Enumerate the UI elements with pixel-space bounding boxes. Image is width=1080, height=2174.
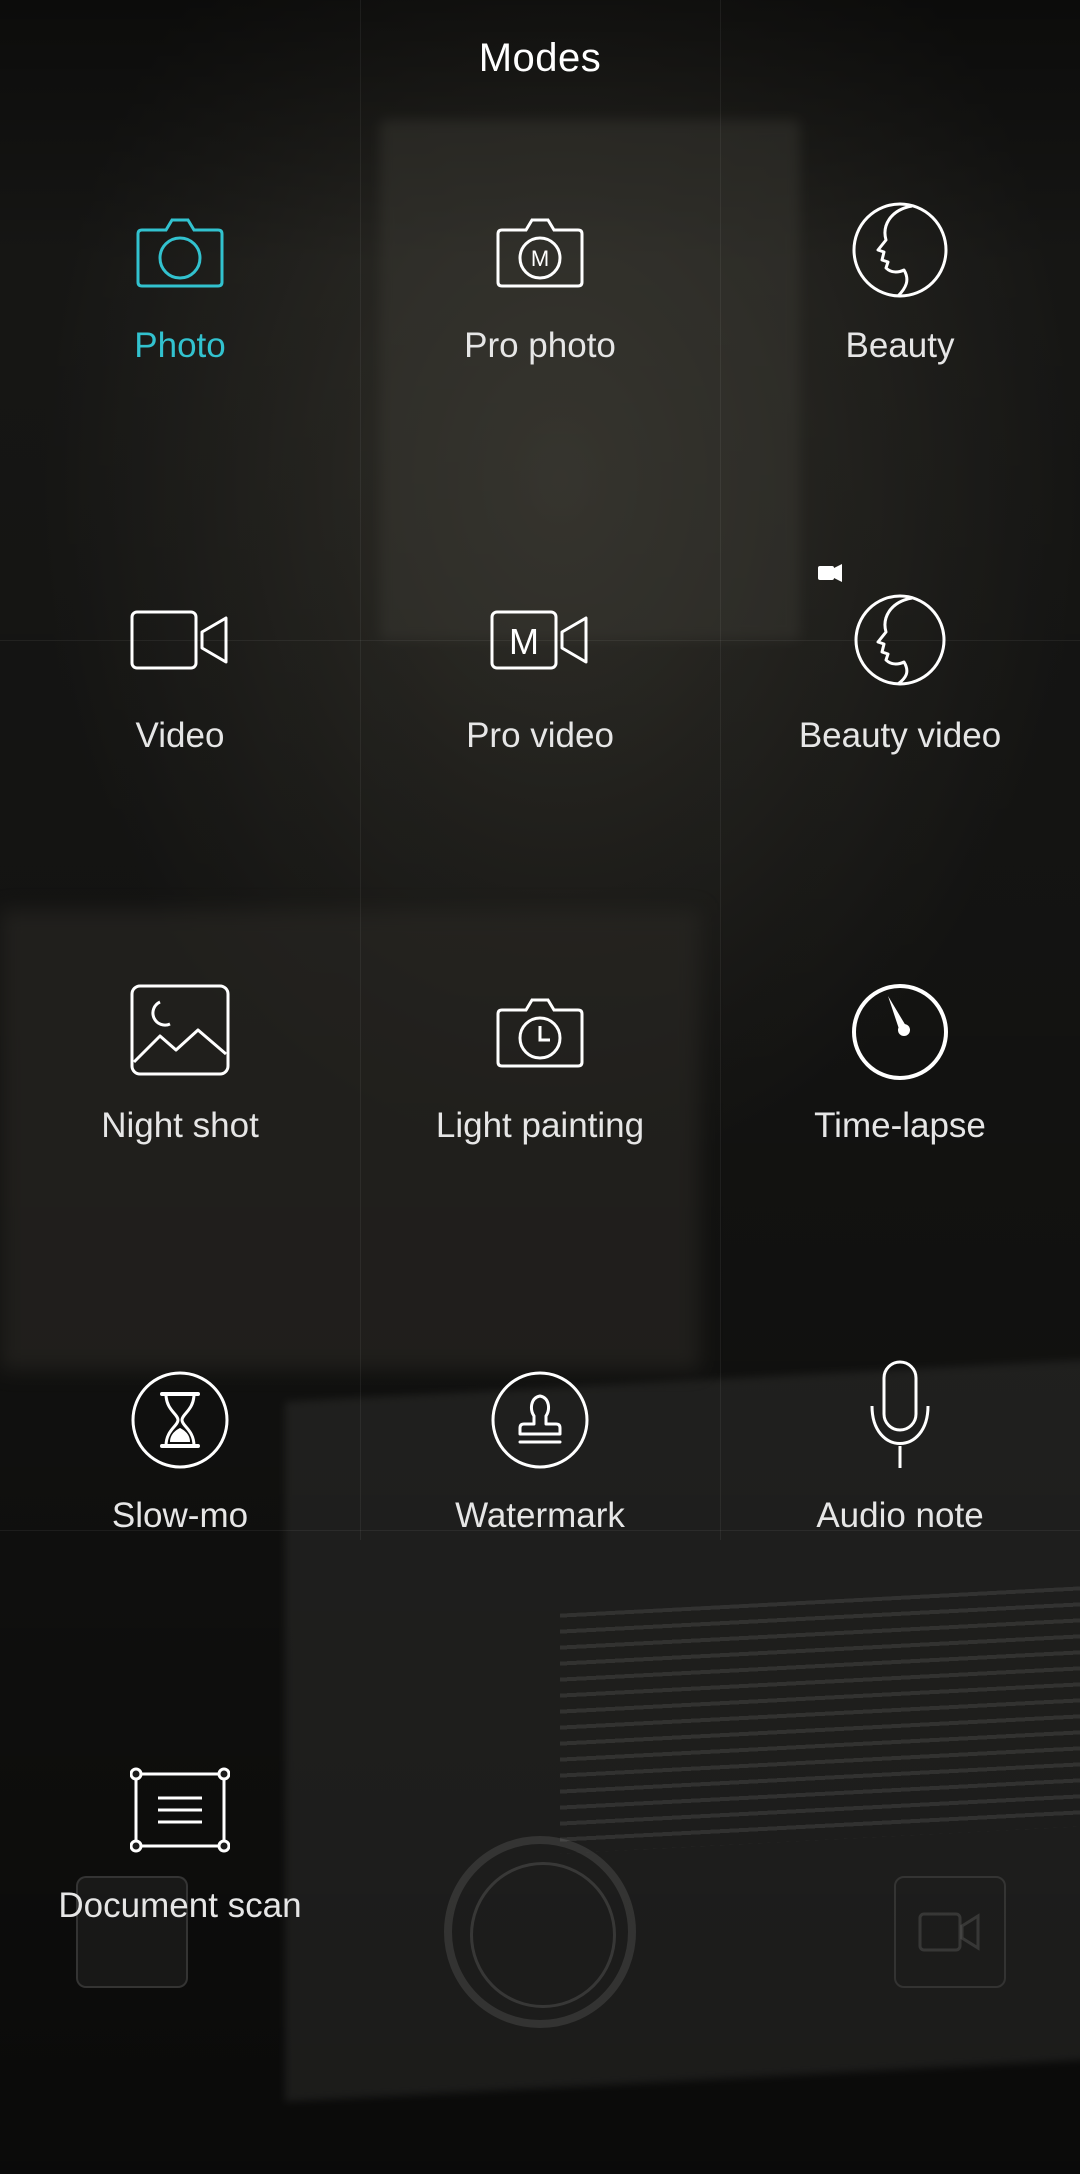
mode-video[interactable]: Video [0, 540, 360, 840]
mode-label: Watermark [455, 1496, 625, 1535]
pro-video-icon: M [490, 590, 590, 690]
shutter-button [444, 1836, 636, 2028]
microphone-icon [850, 1360, 950, 1470]
mode-slow-mo[interactable]: Slow-mo [0, 1320, 360, 1620]
mode-label: Time-lapse [814, 1106, 986, 1145]
page-title: Modes [478, 36, 602, 80]
mode-beauty[interactable]: Beauty [720, 150, 1080, 450]
mode-label: Slow-mo [111, 1496, 249, 1535]
mode-document-scan[interactable]: Document scan [0, 1710, 360, 2010]
mode-pro-video[interactable]: M Pro video [360, 540, 720, 840]
night-shot-icon [130, 980, 230, 1080]
preview-text-lines-blur [560, 1586, 1080, 1854]
pro-photo-icon: M [490, 200, 590, 300]
mode-watermark[interactable]: Watermark [360, 1320, 720, 1620]
mode-audio-note[interactable]: Audio note [720, 1320, 1080, 1620]
beauty-face-icon [850, 200, 950, 300]
mode-label: Night shot [101, 1106, 259, 1145]
stamp-icon [490, 1370, 590, 1470]
mode-pro-photo[interactable]: M Pro photo [360, 150, 720, 450]
svg-text:M: M [509, 621, 539, 662]
beauty-video-icon [818, 564, 950, 690]
time-lapse-icon [850, 980, 950, 1080]
mode-time-lapse[interactable]: Time-lapse [720, 930, 1080, 1230]
video-camera-icon [130, 590, 230, 690]
mode-label: Video [135, 716, 225, 755]
hourglass-icon [130, 1370, 230, 1470]
light-painting-icon [490, 980, 590, 1080]
mode-label: Light painting [435, 1106, 645, 1145]
mode-label: Photo [134, 326, 226, 365]
video-switch-icon [894, 1876, 1006, 1988]
mode-label: Audio note [816, 1496, 984, 1535]
camera-icon [130, 200, 230, 300]
svg-text:M: M [531, 246, 549, 271]
mode-beauty-video[interactable]: Beauty video [720, 540, 1080, 840]
mode-label: Pro photo [464, 326, 616, 365]
document-scan-icon [130, 1760, 230, 1860]
mode-photo[interactable]: Photo [0, 150, 360, 450]
mode-label: Beauty [845, 326, 955, 365]
mode-label: Beauty video [798, 716, 1002, 755]
mode-night-shot[interactable]: Night shot [0, 930, 360, 1230]
mode-label: Pro video [466, 716, 614, 755]
mode-label: Document scan [58, 1886, 302, 1925]
mode-light-painting[interactable]: Light painting [360, 930, 720, 1230]
